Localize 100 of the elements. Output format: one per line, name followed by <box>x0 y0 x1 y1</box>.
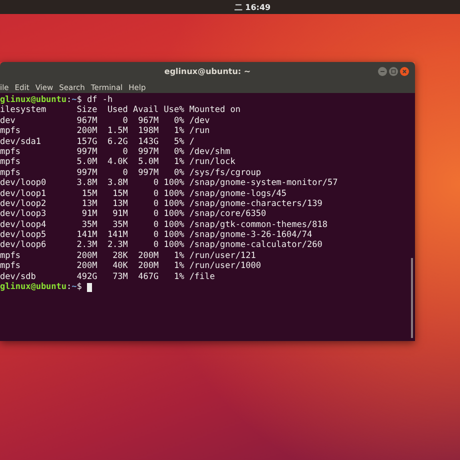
column-header: ilesystem <box>0 105 46 116</box>
table-cell: 15M <box>82 188 98 199</box>
table-cell: dev/loop2 <box>0 198 46 210</box>
table-cell: 100% <box>164 209 184 220</box>
table-cell: /snap/core/6350 <box>189 209 266 220</box>
table-cell: 2.3M <box>76 240 98 251</box>
table-cell: /snap/gnome-system-monitor/57 <box>189 178 338 189</box>
table-cell: mpfs <box>0 168 20 178</box>
table-cell: /file <box>189 272 215 282</box>
table-cell: 100% <box>164 230 184 240</box>
table-cell: mpfs <box>0 250 20 262</box>
table-cell: mpfs <box>0 126 20 137</box>
scrollbar[interactable] <box>411 258 413 338</box>
table-cell: 0 <box>154 178 159 189</box>
table-cell: dev/loop6 <box>0 240 46 251</box>
table-cell: 5% <box>174 136 184 147</box>
table-cell: 40K <box>112 261 128 272</box>
minimize-icon[interactable] <box>378 67 387 76</box>
table-cell: 0 <box>154 240 159 251</box>
table-cell: dev/loop4 <box>0 220 46 230</box>
table-cell: 100% <box>164 240 184 251</box>
table-cell: 0 <box>154 209 159 220</box>
close-icon[interactable] <box>400 67 409 76</box>
table-cell: 997M <box>76 146 98 158</box>
table-cell: mpfs <box>0 261 20 272</box>
table-cell: 0% <box>174 146 184 158</box>
column-header: Used <box>107 105 128 116</box>
column-header: Size <box>76 105 98 116</box>
table-cell: 0 <box>122 168 128 178</box>
table-cell: dev/loop0 <box>0 178 46 189</box>
table-cell: 157G <box>76 136 98 147</box>
table-cell: mpfs <box>0 157 20 168</box>
table-cell: 3.8M <box>76 178 98 189</box>
table-cell: 141M <box>76 230 98 240</box>
table-cell: 200M <box>138 261 159 272</box>
table-cell: 0 <box>154 220 159 230</box>
table-cell: 3.8M <box>107 178 128 189</box>
table-cell: 1.5M <box>107 126 128 137</box>
table-cell: /snap/gtk-common-themes/818 <box>189 220 328 230</box>
table-cell: 73M <box>112 272 128 282</box>
table-cell: dev/loop1 <box>0 188 46 199</box>
table-cell: 1% <box>174 157 184 168</box>
table-cell: 35M <box>82 220 98 230</box>
table-cell: 2.3M <box>107 240 128 251</box>
table-cell: mpfs <box>0 146 20 158</box>
table-cell: /snap/gnome-calculator/260 <box>189 240 322 251</box>
table-cell: /sys/fs/cgroup <box>189 168 261 178</box>
table-cell: /run/lock <box>189 157 236 168</box>
table-cell: 0 <box>122 146 128 158</box>
table-cell: 1% <box>174 261 184 272</box>
table-cell: / <box>189 136 194 147</box>
table-cell: 6.2G <box>107 136 128 147</box>
table-cell: 4.0K <box>107 157 128 168</box>
table-cell: 35M <box>112 220 128 230</box>
table-cell: /run/user/121 <box>189 250 256 262</box>
table-cell: 492G <box>76 272 98 282</box>
table-cell: /run/user/1000 <box>189 261 261 272</box>
table-cell: 100% <box>164 198 184 210</box>
table-cell: 15M <box>112 188 128 199</box>
table-cell: 0% <box>174 116 184 126</box>
table-cell: /snap/gnome-logs/45 <box>189 188 287 199</box>
table-cell: /dev <box>189 116 210 126</box>
table-cell-text: dev/sdb <box>0 272 36 282</box>
column-header: Use% <box>164 105 184 116</box>
table-cell: 143G <box>138 136 159 147</box>
table-cell: 91M <box>82 209 98 220</box>
table-cell: 200M <box>76 261 98 272</box>
table-cell: 1% <box>174 250 184 262</box>
table-cell: 5.0M <box>76 157 98 168</box>
table-cell: 91M <box>112 209 128 220</box>
table-cell: 997M <box>138 168 159 178</box>
window-title: eglinux@ubuntu: ~ <box>164 67 251 76</box>
table-cell: 5.0M <box>138 157 159 168</box>
column-header: Mounted on <box>189 105 240 116</box>
table-cell: dev/loop3 <box>0 209 46 220</box>
table-cell: 13M <box>82 198 98 210</box>
table-cell: 0 <box>154 188 159 199</box>
table-cell: 1% <box>174 126 184 137</box>
table-cell: /dev/shm <box>189 146 230 158</box>
table-cell: 967M <box>76 116 98 126</box>
table-cell: /run <box>189 126 210 137</box>
table-cell: 0% <box>174 168 184 178</box>
table-cell: dev <box>0 116 16 126</box>
table-cell: 1% <box>174 272 184 282</box>
table-cell: 200M <box>138 250 159 262</box>
clock[interactable]: 二 16:49 <box>234 2 271 12</box>
maximize-icon[interactable] <box>389 67 398 76</box>
table-cell: 198M <box>138 126 159 137</box>
table-cell: 100% <box>164 178 184 189</box>
table-cell: 467G <box>138 272 159 282</box>
table-cell: 967M <box>138 116 159 126</box>
table-cell: 141M <box>107 230 128 240</box>
table-cell: 13M <box>112 198 128 210</box>
table-cell: 200M <box>76 126 98 137</box>
table-cell: 0 <box>122 116 128 126</box>
table-cell: 200M <box>76 250 98 262</box>
table-cell: 28K <box>112 250 128 262</box>
table-cell: dev/loop5 <box>0 230 46 240</box>
text-cursor <box>86 282 92 292</box>
table-cell: dev/sda1 <box>0 136 41 147</box>
